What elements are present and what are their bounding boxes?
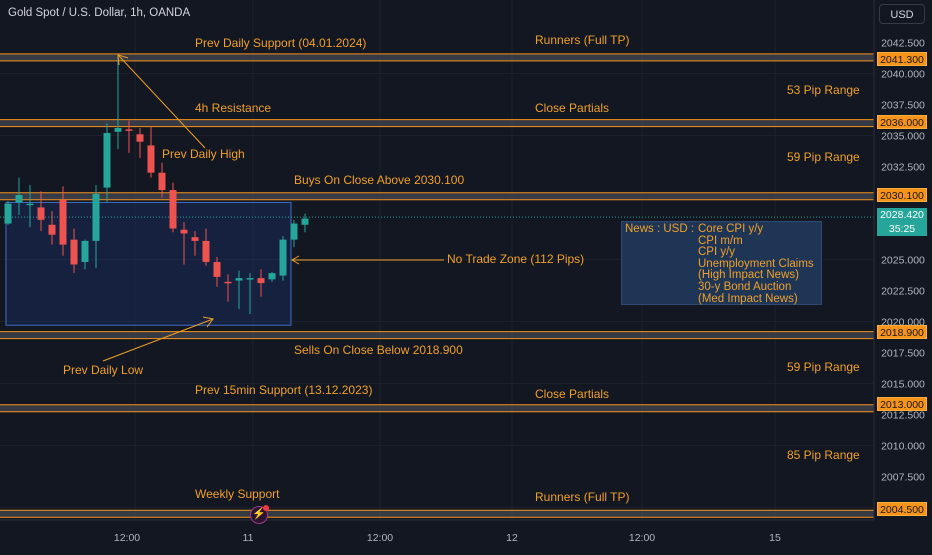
time-axis-tick: 12:00 bbox=[629, 532, 655, 544]
pip-range-label: 85 Pip Range bbox=[787, 448, 860, 462]
candle-body bbox=[224, 281, 232, 284]
candle-body bbox=[147, 145, 155, 173]
price-badge-2036000: 2036.000 bbox=[877, 115, 927, 129]
candle-body bbox=[92, 193, 100, 241]
candle-body bbox=[125, 129, 133, 131]
candle-body bbox=[70, 239, 78, 265]
level-label-prev-daily-support: Prev Daily Support (04.01.2024) bbox=[195, 36, 367, 50]
level-label-sells-below: Sells On Close Below 2018.900 bbox=[294, 343, 463, 357]
level-label-weekly-support: Weekly Support bbox=[195, 487, 280, 501]
price-badge-2041300: 2041.300 bbox=[877, 52, 927, 66]
price-badge-2004500: 2004.500 bbox=[877, 502, 927, 516]
price-badge-2013000: 2013.000 bbox=[877, 397, 927, 411]
candle-body bbox=[136, 134, 144, 142]
currency-button[interactable]: USD bbox=[879, 4, 925, 24]
no-trade-zone bbox=[5, 201, 292, 326]
level-band bbox=[0, 510, 874, 518]
prev-daily-high-label: Prev Daily High bbox=[162, 147, 245, 161]
level-label-prev-15min-support: Prev 15min Support (13.12.2023) bbox=[195, 383, 373, 397]
candle-body bbox=[246, 278, 254, 280]
price-axis-tick: 2040.000 bbox=[881, 69, 925, 81]
price-axis-tick: 2015.000 bbox=[881, 379, 925, 391]
time-axis-tick: 12:00 bbox=[367, 532, 393, 544]
level-band bbox=[0, 404, 874, 412]
candle-body bbox=[202, 240, 210, 262]
time-axis-tick: 12 bbox=[506, 532, 518, 544]
level-band bbox=[0, 192, 874, 200]
price-badge-2030100: 2030.100 bbox=[877, 188, 927, 202]
no-trade-zone-label: No Trade Zone (112 Pips) bbox=[447, 252, 585, 266]
candle-body bbox=[235, 278, 243, 281]
lightning-event-icon[interactable]: ⚡ bbox=[250, 505, 269, 524]
time-axis-tick: 11 bbox=[243, 532, 254, 544]
price-axis-tick: 2017.500 bbox=[881, 348, 925, 360]
news-box: News : USD : Core CPI y/y CPI m/m CPI y/y… bbox=[621, 221, 822, 305]
chart-title: Gold Spot / U.S. Dollar, 1h, OANDA bbox=[8, 7, 191, 19]
price-axis-tick: 2035.000 bbox=[881, 131, 925, 143]
news-item: Core CPI y/y bbox=[698, 223, 764, 235]
candle-body bbox=[103, 133, 111, 188]
news-item: (Med Impact News) bbox=[698, 292, 798, 305]
news-header: News : USD : bbox=[625, 223, 695, 235]
level-note-close-partials-bottom: Close Partials bbox=[535, 387, 610, 401]
level-band bbox=[0, 53, 874, 61]
candle-body bbox=[301, 218, 309, 225]
level-note-runners-bottom: Runners (Full TP) bbox=[535, 490, 630, 504]
pip-range-label: 59 Pip Range bbox=[787, 150, 860, 164]
candle-body bbox=[213, 261, 221, 277]
candle-body bbox=[4, 203, 12, 224]
pip-range-label: 59 Pip Range bbox=[787, 360, 860, 374]
time-axis-tick: 15 bbox=[769, 532, 781, 544]
candle-body bbox=[48, 224, 56, 235]
level-note-runners-top: Runners (Full TP) bbox=[535, 33, 630, 47]
current-price-value: 2028.420 bbox=[880, 209, 924, 221]
level-label-buys-above: Buys On Close Above 2030.100 bbox=[294, 173, 465, 187]
candle-body bbox=[26, 203, 34, 206]
price-axis-tick: 2042.500 bbox=[881, 38, 925, 50]
pip-range-label: 53 Pip Range bbox=[787, 83, 860, 97]
level-label-4h-resistance: 4h Resistance bbox=[195, 101, 272, 115]
time-axis-tick: 12:00 bbox=[114, 532, 140, 544]
price-axis-tick: 2025.000 bbox=[881, 255, 925, 267]
prev-daily-low-label: Prev Daily Low bbox=[63, 363, 144, 377]
candle-body bbox=[257, 278, 265, 284]
candle-body bbox=[81, 240, 89, 262]
candle-body bbox=[169, 190, 177, 229]
price-badge-2018900: 2018.900 bbox=[877, 325, 927, 339]
price-axis-tick: 2037.500 bbox=[881, 100, 925, 112]
level-band bbox=[0, 331, 874, 339]
price-axis-tick: 2010.000 bbox=[881, 441, 925, 453]
candle-body bbox=[180, 229, 188, 234]
price-axis-tick: 2022.500 bbox=[881, 286, 925, 298]
level-note-close-partials-top: Close Partials bbox=[535, 101, 610, 115]
candle-body bbox=[37, 207, 45, 220]
chart-stage[interactable]: 2042.500 2040.000 2037.500 2035.000 2032.500… bbox=[0, 0, 932, 550]
price-axis-tick: 2007.500 bbox=[881, 472, 925, 484]
candle-body bbox=[158, 172, 166, 191]
price-axis-tick: 2032.500 bbox=[881, 162, 925, 174]
candle-body bbox=[15, 195, 23, 203]
candle-body bbox=[114, 128, 122, 132]
candle-body bbox=[191, 237, 199, 241]
candle-body bbox=[290, 223, 298, 240]
bar-countdown: 35:25 bbox=[888, 223, 916, 235]
candle-body bbox=[268, 273, 276, 280]
level-band bbox=[0, 119, 874, 127]
news-item: 30-y Bond Auction bbox=[698, 280, 792, 293]
candle-body bbox=[59, 199, 67, 245]
candle-body bbox=[279, 239, 287, 276]
current-price-badge: 2028.420 35:25 bbox=[877, 208, 927, 236]
no-trade-zone-box bbox=[5, 201, 292, 326]
